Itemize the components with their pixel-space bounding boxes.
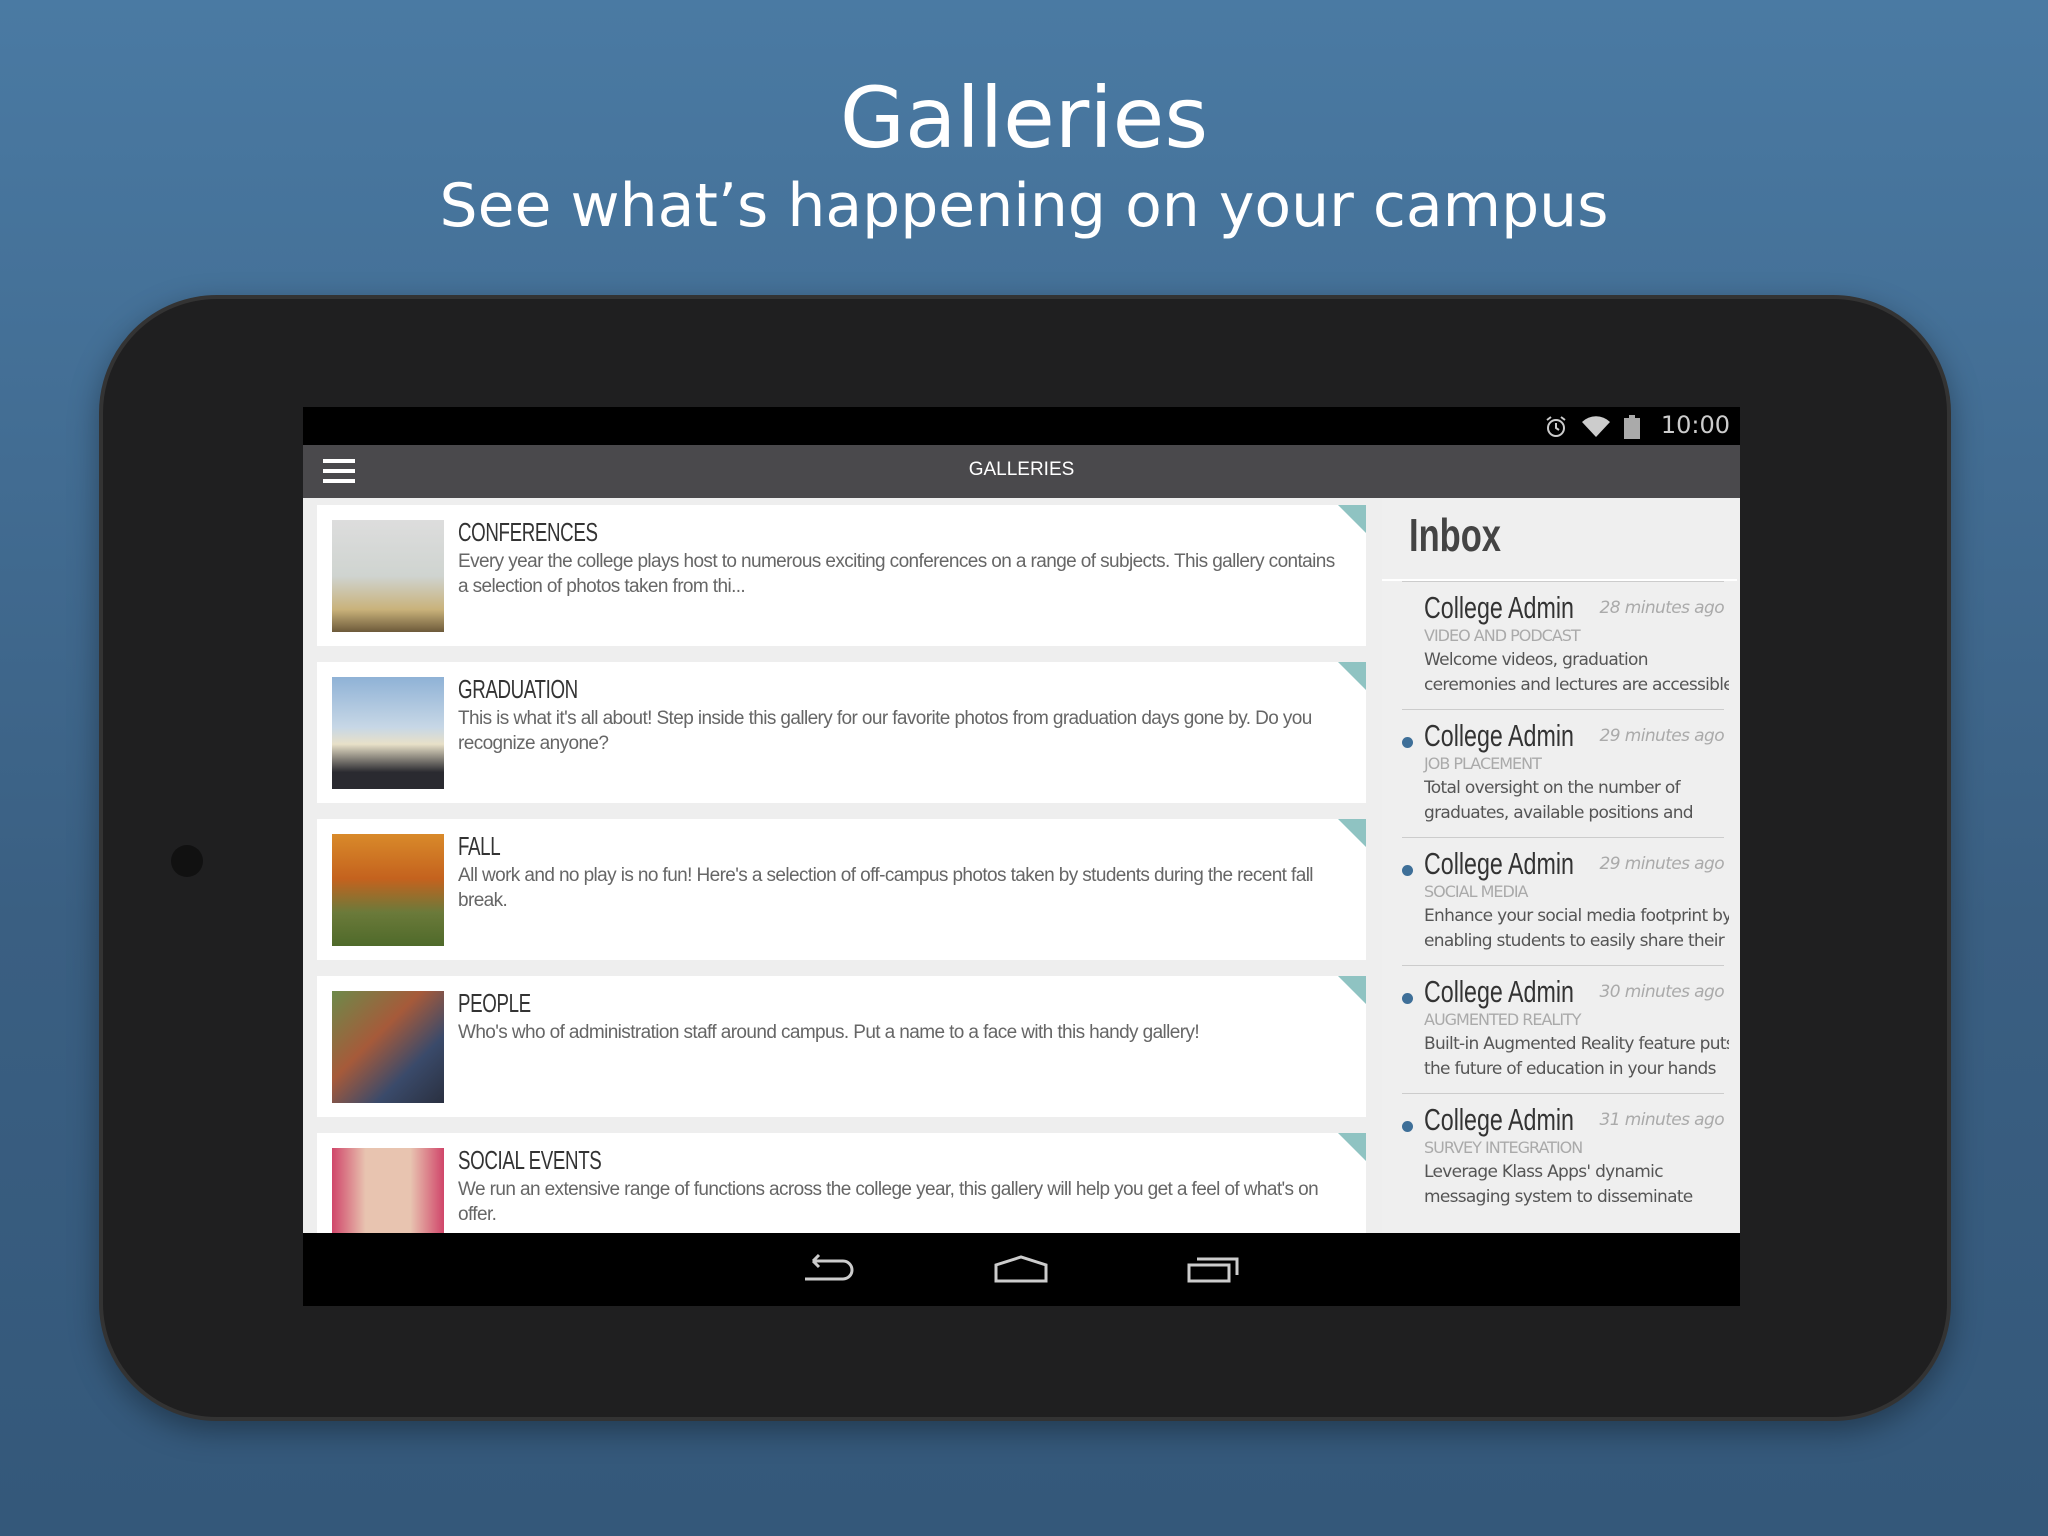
message-sender: College Admin: [1424, 974, 1574, 1009]
status-time: 10:00: [1660, 411, 1730, 439]
preview-line: the future of education in your hands: [1424, 1059, 1716, 1079]
inbox-message[interactable]: College Admin 31 minutes ago SURVEY INTEGR…: [1402, 1093, 1725, 1221]
message-preview: Enhance your social media footprint by en…: [1424, 904, 1729, 954]
camera-lens: [171, 845, 203, 877]
gallery-card[interactable]: GRADUATION This is what it's all about! …: [317, 662, 1366, 803]
preview-line: messaging system to disseminate: [1424, 1187, 1693, 1207]
message-sender: College Admin: [1424, 1102, 1574, 1137]
gallery-description: Every year the college plays host to num…: [458, 551, 1335, 597]
preview-line: Enhance your social media footprint by: [1424, 906, 1729, 926]
back-icon[interactable]: [799, 1251, 859, 1287]
preview-line: Welcome videos, graduation: [1424, 650, 1649, 670]
inbox-title: Inbox: [1409, 509, 1502, 561]
navigation-bar: [303, 1233, 1740, 1306]
tablet-screen: 10:00 GALLERIES CONFERENCES Every year t…: [303, 407, 1740, 1306]
message-category: JOB PLACEMENT: [1424, 754, 1542, 773]
message-preview: Leverage Klass Apps' dynamic messaging sy…: [1424, 1160, 1729, 1210]
preview-line: Leverage Klass Apps' dynamic: [1424, 1162, 1664, 1182]
message-sender: College Admin: [1424, 590, 1574, 625]
gallery-title: GRADUATION: [458, 674, 578, 704]
inbox-message[interactable]: College Admin 29 minutes ago SOCIAL MEDIA E…: [1402, 837, 1729, 965]
page-title: GALLERIES: [968, 459, 1075, 480]
preview-line: Total oversight on the number of: [1424, 778, 1681, 798]
message-category: VIDEO AND PODCAST: [1424, 626, 1581, 645]
gallery-thumbnail: [332, 677, 444, 789]
inbox-message[interactable]: College Admin 28 minutes ago VIDEO AND POD…: [1402, 581, 1729, 709]
recents-icon[interactable]: [1183, 1251, 1243, 1287]
message-preview: Built-in Augmented Reality feature puts t…: [1424, 1032, 1729, 1082]
gallery-title: CONFERENCES: [458, 517, 598, 547]
battery-icon: [1624, 415, 1640, 439]
gallery-card[interactable]: FALL All work and no play is no fun! Her…: [317, 819, 1366, 960]
inbox-panel: Inbox College Admin 28 minutes ago VIDEO A…: [1382, 498, 1740, 1306]
gallery-description: We run an extensive range of functions a…: [458, 1179, 1319, 1225]
preview-line: ceremonies and lectures are accessible: [1424, 675, 1729, 695]
hero-subtitle: See what’s happening on your campus: [439, 171, 1609, 241]
message-preview: Total oversight on the number of graduate…: [1424, 776, 1729, 826]
message-time: 28 minutes ago: [1599, 598, 1725, 618]
corner-ribbon: [1338, 662, 1366, 690]
preview-line: Built-in Augmented Reality feature puts: [1424, 1034, 1729, 1054]
gallery-title: SOCIAL EVENTS: [458, 1145, 602, 1175]
message-sender: College Admin: [1424, 718, 1574, 753]
message-category: SURVEY INTEGRATION: [1424, 1138, 1583, 1157]
preview-line: enabling students to easily share their: [1424, 931, 1725, 951]
inbox-message[interactable]: College Admin 29 minutes ago JOB PLACEMENT…: [1402, 709, 1725, 837]
wifi-icon: [1582, 416, 1610, 437]
inbox-message[interactable]: College Admin 30 minutes ago AUGMENTED REA…: [1402, 965, 1729, 1093]
preview-line: graduates, available positions and: [1424, 803, 1694, 823]
home-icon[interactable]: [991, 1251, 1051, 1287]
unread-dot: [1402, 993, 1413, 1004]
alarm-icon: [1546, 416, 1566, 437]
hero-title: Galleries: [839, 69, 1209, 167]
gallery-thumbnail: [332, 834, 444, 946]
message-category: SOCIAL MEDIA: [1424, 882, 1528, 901]
unread-dot: [1402, 737, 1413, 748]
corner-ribbon: [1338, 819, 1366, 847]
unread-dot: [1402, 865, 1413, 876]
corner-ribbon: [1338, 976, 1366, 1004]
message-time: 30 minutes ago: [1599, 982, 1725, 1002]
action-bar: GALLERIES: [303, 445, 1740, 498]
message-category: AUGMENTED REALITY: [1424, 1010, 1582, 1029]
gallery-card[interactable]: PEOPLE Who's who of administration staff…: [317, 976, 1366, 1117]
unread-dot: [1402, 1121, 1413, 1132]
gallery-description: Who's who of administration staff around…: [458, 1022, 1200, 1043]
gallery-title: PEOPLE: [458, 988, 531, 1018]
gallery-thumbnail: [332, 520, 444, 632]
gallery-thumbnail: [332, 991, 444, 1103]
message-time: 31 minutes ago: [1599, 1110, 1725, 1130]
gallery-card[interactable]: CONFERENCES Every year the college plays…: [317, 505, 1366, 646]
gallery-description: This is what it's all about! Step inside…: [458, 708, 1312, 754]
message-preview: Welcome videos, graduation ceremonies and…: [1424, 648, 1729, 698]
corner-ribbon: [1338, 1133, 1366, 1161]
status-bar: 10:00: [303, 407, 1740, 445]
message-sender: College Admin: [1424, 846, 1574, 881]
message-time: 29 minutes ago: [1599, 854, 1725, 874]
corner-ribbon: [1338, 505, 1366, 533]
message-time: 29 minutes ago: [1599, 726, 1725, 746]
gallery-title: FALL: [458, 831, 501, 861]
gallery-description: All work and no play is no fun! Here's a…: [458, 865, 1314, 911]
